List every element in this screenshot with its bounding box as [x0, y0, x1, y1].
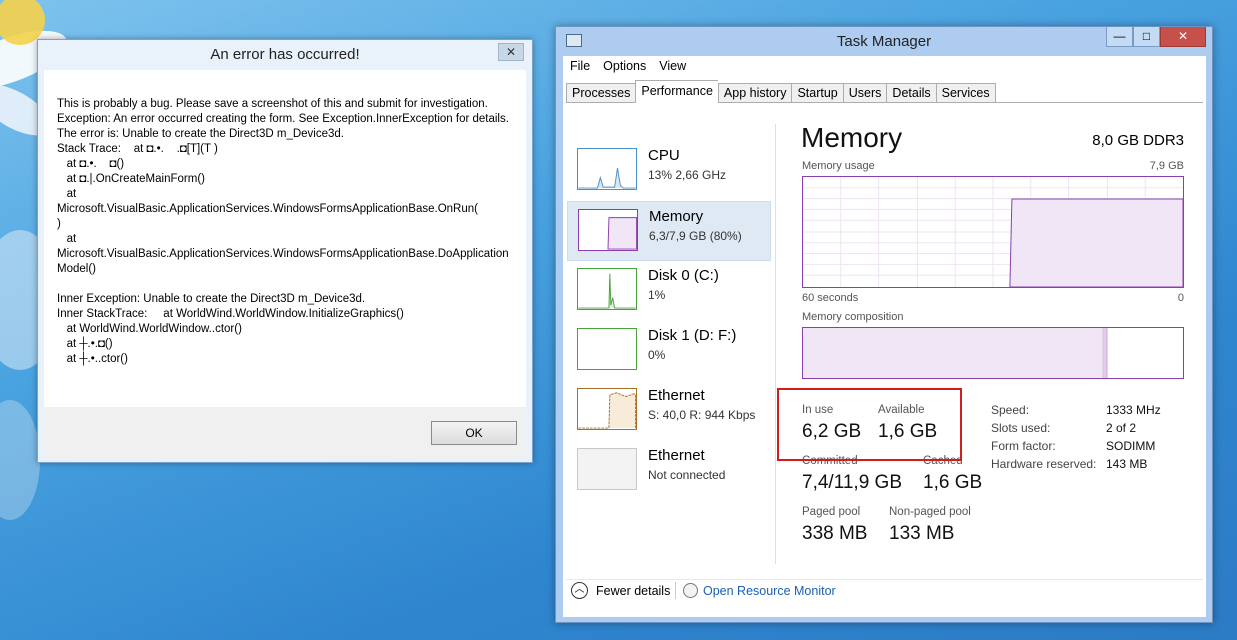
- resource-monitor-icon: [683, 583, 698, 598]
- resource-name: CPU: [648, 147, 680, 164]
- memory-composition-bar: [802, 327, 1184, 379]
- resource-name: Ethernet: [648, 387, 705, 404]
- non-paged-pool-label: Non-paged pool: [889, 506, 971, 518]
- window-controls: — □ ✕: [1106, 27, 1206, 47]
- error-dialog-title: An error has occurred!: [210, 46, 360, 63]
- resource-ethernet-1[interactable]: Ethernet S: 40,0 R: 944 Kbps: [567, 381, 771, 441]
- speed-value: 1333 MHz: [1106, 403, 1161, 417]
- resource-detail: S: 40,0 R: 944 Kbps: [648, 408, 756, 422]
- memory-thumbnail-graph: [578, 209, 638, 251]
- resource-detail: 13% 2,66 GHz: [648, 168, 727, 182]
- footer-separator: [675, 582, 676, 599]
- tab-services[interactable]: Services: [935, 83, 996, 103]
- error-message: This is probably a bug. Please save a sc…: [44, 70, 526, 407]
- error-dialog-footer: OK: [44, 407, 526, 457]
- memory-usage-max: 7,9 GB: [1149, 160, 1184, 172]
- tab-performance[interactable]: Performance: [635, 80, 718, 103]
- footer-divider: [566, 579, 1203, 580]
- resource-name: Memory: [649, 208, 704, 225]
- menu-view[interactable]: View: [659, 59, 686, 73]
- time-range-left: 60 seconds: [802, 292, 859, 304]
- tab-strip: Processes Performance App history Startu…: [566, 79, 996, 103]
- red-highlight-box: [777, 388, 962, 461]
- resource-detail: 6,3/7,9 GB (80%): [649, 229, 742, 243]
- tab-app-history[interactable]: App history: [717, 83, 792, 103]
- task-manager-content: Processes Performance App history Startu…: [563, 76, 1206, 617]
- resource-detail: 1%: [648, 288, 666, 302]
- slots-used-label: Slots used:: [991, 421, 1051, 435]
- resource-cpu[interactable]: CPU 13% 2,66 GHz: [567, 141, 771, 201]
- minimize-button[interactable]: —: [1106, 27, 1133, 47]
- close-button[interactable]: ✕: [1160, 27, 1206, 47]
- ok-button[interactable]: OK: [431, 421, 517, 445]
- menu-file[interactable]: File: [570, 59, 590, 73]
- resource-name: Ethernet: [648, 447, 705, 464]
- memory-usage-label: Memory usage: [802, 160, 875, 172]
- memory-usage-graph: [802, 176, 1184, 288]
- hardware-reserved-value: 143 MB: [1106, 457, 1148, 471]
- maximize-button[interactable]: □: [1133, 27, 1160, 47]
- memory-composition-label: Memory composition: [802, 311, 904, 323]
- slots-used-value: 2 of 2: [1106, 421, 1137, 435]
- menu-options[interactable]: Options: [603, 59, 646, 73]
- panel-divider: [775, 124, 776, 564]
- non-paged-pool-value: 133 MB: [889, 523, 955, 544]
- error-dialog-close-button[interactable]: ✕: [498, 43, 524, 61]
- fewer-details-link[interactable]: Fewer details: [596, 584, 670, 598]
- resource-name: Disk 0 (C:): [648, 267, 719, 284]
- ethernet-thumbnail-graph: [577, 388, 637, 430]
- disk-1-thumbnail-graph: [577, 328, 637, 370]
- form-factor-label: Form factor:: [991, 439, 1056, 453]
- tab-processes[interactable]: Processes: [566, 83, 636, 103]
- committed-value: 7,4/11,9 GB: [802, 472, 902, 493]
- composition-modified: [1103, 328, 1107, 378]
- task-manager-window: Task Manager — □ ✕ File Options View Pro…: [555, 26, 1213, 623]
- disk-0-thumbnail-graph: [577, 268, 637, 310]
- memory-spec: 8,0 GB DDR3: [1092, 132, 1184, 149]
- resource-disk-0[interactable]: Disk 0 (C:) 1%: [567, 261, 771, 321]
- menu-bar: File Options View: [563, 56, 1206, 76]
- ethernet-disconnected-thumbnail: [577, 448, 637, 490]
- memory-usage-area: [1009, 198, 1183, 287]
- resource-disk-1[interactable]: Disk 1 (D: F:) 0%: [567, 321, 771, 381]
- tab-startup[interactable]: Startup: [791, 83, 843, 103]
- paged-pool-value: 338 MB: [802, 523, 868, 544]
- composition-in-use: [803, 328, 1104, 378]
- speed-label: Speed:: [991, 403, 1030, 417]
- resource-detail: 0%: [648, 348, 666, 362]
- form-factor-value: SODIMM: [1106, 439, 1156, 453]
- resource-ethernet-2[interactable]: Ethernet Not connected: [567, 441, 771, 501]
- tab-details[interactable]: Details: [886, 83, 936, 103]
- memory-heading: Memory: [801, 122, 903, 153]
- cpu-thumbnail-graph: [577, 148, 637, 190]
- hardware-reserved-label: Hardware reserved:: [991, 457, 1097, 471]
- time-range-right: 0: [1177, 292, 1184, 304]
- paged-pool-label: Paged pool: [802, 506, 861, 518]
- resource-detail: Not connected: [648, 468, 726, 482]
- error-dialog: An error has occurred! ✕ This is probabl…: [37, 39, 533, 463]
- tab-users[interactable]: Users: [842, 83, 887, 103]
- resource-name: Disk 1 (D: F:): [648, 327, 737, 344]
- chevron-up-icon[interactable]: ︿: [571, 582, 588, 599]
- cached-value: 1,6 GB: [923, 472, 983, 493]
- open-resource-monitor-link[interactable]: Open Resource Monitor: [703, 584, 836, 598]
- resource-memory[interactable]: Memory 6,3/7,9 GB (80%): [567, 201, 771, 261]
